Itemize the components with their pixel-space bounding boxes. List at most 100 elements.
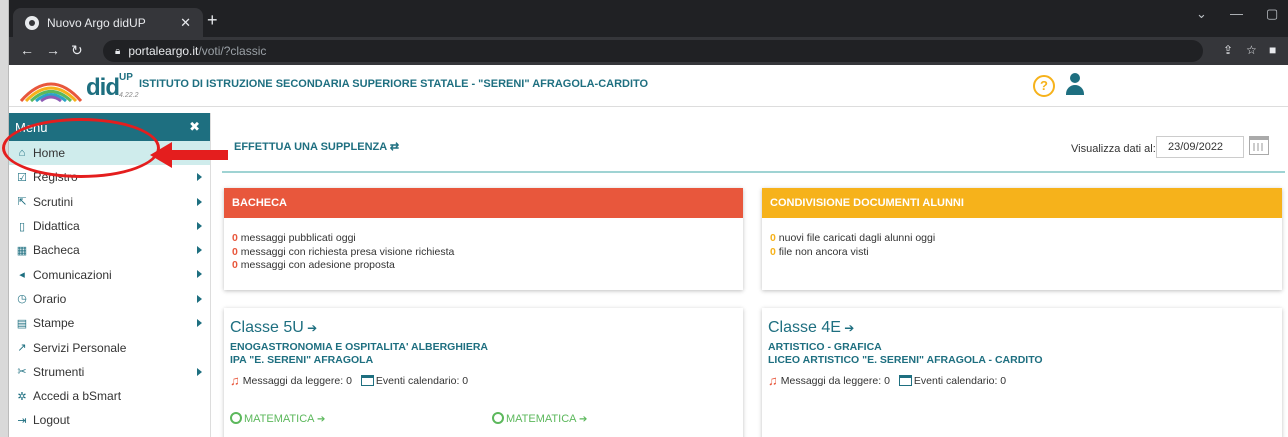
class-title-row[interactable]: Classe 4E ➔ — [768, 319, 1276, 337]
forward-icon[interactable]: → — [46, 42, 60, 58]
sidebar-item-servizi-personale[interactable]: ↗ Servizi Personale — [9, 335, 210, 359]
bell-icon: ♫ — [768, 373, 778, 388]
sidebar-item-label: Didattica — [33, 219, 80, 234]
maximize-icon[interactable]: ▢ — [1266, 6, 1278, 22]
sidebar-item-label: Bacheca — [33, 243, 80, 258]
class-course: ENOGASTRONOMIA E OSPITALITA' ALBERGHIERA — [230, 341, 488, 353]
app-header: did UP 4.22.2 ISTITUTO DI ISTRUZIONE SEC… — [9, 65, 1288, 107]
url-path: /voti/?classic — [198, 44, 267, 58]
user-icon[interactable] — [1066, 73, 1084, 97]
export-icon: ⇱ — [17, 196, 27, 209]
enter-class-icon[interactable]: ➔ — [844, 321, 854, 335]
class-messages[interactable]: Messaggi da leggere: 0 — [781, 375, 890, 387]
new-tab-icon[interactable]: + — [207, 10, 218, 31]
sidebar-item-label: Orario — [33, 291, 67, 306]
tab-favicon-icon — [25, 15, 39, 30]
sidebar-item-strumenti[interactable]: ✂ Strumenti — [9, 360, 210, 384]
class-messages[interactable]: Messaggi da leggere: 0 — [243, 375, 352, 387]
condivisione-body: 0 nuovi file caricati dagli alunni oggi … — [762, 218, 1282, 259]
caret-right-icon — [197, 197, 202, 206]
back-icon[interactable]: ← — [20, 42, 34, 58]
bacheca-text: messaggi pubblicati oggi — [237, 232, 356, 244]
caret-right-icon — [197, 246, 202, 255]
supplenza-link[interactable]: EFFETTUA UNA SUPPLENZA ⇄ — [234, 140, 399, 153]
bacheca-text: messaggi con adesione proposta — [237, 259, 395, 271]
bacheca-header[interactable]: BACHECA — [224, 188, 743, 218]
school-name: ISTITUTO DI ISTRUZIONE SECONDARIA SUPERI… — [139, 78, 649, 90]
class-events[interactable]: Eventi calendario: 0 — [914, 375, 1006, 387]
sidebar-item-label: Stampe — [33, 316, 75, 331]
argo-rainbow-logo — [19, 82, 83, 103]
annotation-ellipse — [2, 118, 160, 178]
sidebar-item-bsmart[interactable]: ✲ Accedi a bSmart — [9, 384, 210, 408]
condivisione-header[interactable]: CONDIVISIONE DOCUMENTI ALUNNI — [762, 188, 1282, 218]
supplenza-label: EFFETTUA UNA SUPPLENZA — [234, 141, 387, 153]
divider — [222, 171, 1285, 173]
sidebar-item-stampe[interactable]: ▤ Stampe — [9, 311, 210, 335]
sidebar-item-comunicazioni[interactable]: ◂ Comunicazioni — [9, 262, 210, 286]
bacheca-line[interactable]: 0 messaggi con adesione proposta — [232, 259, 735, 273]
visualizza-dati-label: Visualizza dati al: — [1071, 143, 1156, 155]
bacheca-card: BACHECA 0 messaggi pubblicati oggi 0 mes… — [224, 188, 743, 290]
class-title-row[interactable]: Classe 5U ➔ — [230, 319, 737, 337]
swap-icon: ⇄ — [389, 141, 400, 153]
tools-icon: ✂ — [17, 366, 27, 379]
calendar-icon — [898, 375, 912, 386]
clock-icon: ◷ — [17, 293, 27, 306]
share-icon[interactable]: ⇪ — [1223, 43, 1233, 57]
calendar-icon — [360, 375, 374, 386]
bacheca-title: BACHECA — [232, 197, 287, 209]
left-window-strip — [0, 0, 9, 437]
sidepanel-icon[interactable]: ■ — [1269, 43, 1276, 57]
subject-link[interactable]: MATEMATICA ➔ — [230, 412, 325, 425]
class-title: Classe 4E — [768, 319, 841, 336]
condivisione-line[interactable]: 0 file non ancora visti — [770, 246, 1274, 260]
condivisione-card: CONDIVISIONE DOCUMENTI ALUNNI 0 nuovi fi… — [762, 188, 1282, 290]
sidebar-item-label: Logout — [33, 413, 70, 428]
browser-tab[interactable]: Nuovo Argo didUP ✕ — [13, 8, 203, 37]
reload-icon[interactable]: ↻ — [71, 42, 83, 59]
subject-icon — [492, 412, 504, 424]
bookmark-star-icon[interactable]: ☆ — [1246, 43, 1257, 57]
caret-right-icon — [197, 173, 202, 182]
sidebar-item-bacheca[interactable]: ▦ Bacheca — [9, 238, 210, 262]
checkbox-icon: ☑ — [17, 171, 27, 184]
minimize-icon[interactable]: — — [1230, 6, 1243, 21]
subject-link[interactable]: MATEMATICA ➔ — [492, 412, 587, 425]
bell-icon: ♫ — [230, 373, 240, 388]
sidebar-close-icon[interactable]: ✖ — [189, 119, 200, 135]
enter-subject-icon: ➔ — [578, 414, 588, 425]
sidebar-item-logout[interactable]: ⇥ Logout — [9, 408, 210, 432]
class-card-5u: Classe 5U ➔ ENOGASTRONOMIA E OSPITALITA'… — [224, 308, 743, 437]
class-course: ARTISTICO - GRAFICA — [768, 341, 882, 353]
caret-right-icon — [197, 367, 202, 376]
tab-close-icon[interactable]: ✕ — [180, 15, 191, 31]
tab-search-icon[interactable]: ⌄ — [1196, 6, 1207, 22]
help-icon[interactable]: ? — [1033, 75, 1055, 97]
app-version: 4.22.2 — [119, 92, 139, 99]
sidebar-item-orario[interactable]: ◷ Orario — [9, 287, 210, 311]
enter-subject-icon: ➔ — [316, 414, 326, 425]
sidebar-item-label: Servizi Personale — [33, 340, 127, 355]
date-input[interactable]: 23/09/2022 — [1156, 136, 1244, 158]
enter-class-icon[interactable]: ➔ — [307, 321, 317, 335]
bacheca-line[interactable]: 0 messaggi pubblicati oggi — [232, 232, 735, 246]
megaphone-icon: ◂ — [19, 269, 25, 282]
condivisione-line[interactable]: 0 nuovi file caricati dagli alunni oggi — [770, 232, 1274, 246]
class-school: IPA "E. SERENI" AFRAGOLA — [230, 354, 374, 366]
condivisione-text: file non ancora visti — [775, 245, 869, 258]
bacheca-line[interactable]: 0 messaggi con richiesta presa visione r… — [232, 246, 735, 260]
caret-right-icon — [197, 270, 202, 279]
url-field[interactable]: 🔒︎ portaleargo.it/voti/?classic — [103, 40, 1203, 62]
sidebar-item-scrutini[interactable]: ⇱ Scrutini — [9, 190, 210, 214]
class-meta: ♫ Messaggi da leggere: 0 Eventi calendar… — [768, 373, 1276, 388]
calendar-icon[interactable] — [1249, 136, 1269, 155]
url-host: portaleargo.it — [128, 44, 199, 58]
subject-icon — [230, 412, 242, 424]
bacheca-body: 0 messaggi pubblicati oggi 0 messaggi co… — [224, 218, 743, 273]
subject-label: MATEMATICA — [244, 413, 314, 425]
sidebar-item-didattica[interactable]: ▯ Didattica — [9, 214, 210, 238]
browser-tabbar: Nuovo Argo didUP ✕ + ⌄ — ▢ — [0, 0, 1288, 37]
bsmart-icon: ✲ — [17, 390, 27, 403]
class-events[interactable]: Eventi calendario: 0 — [376, 375, 468, 387]
